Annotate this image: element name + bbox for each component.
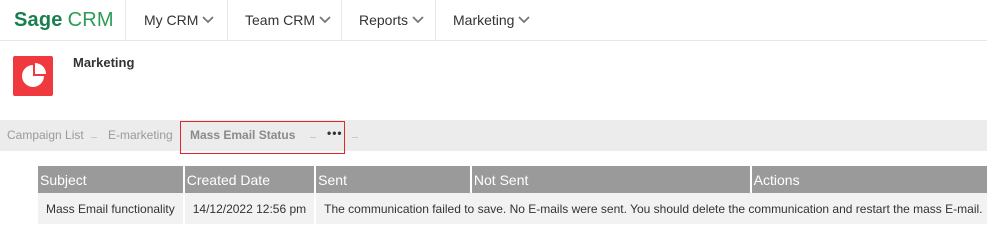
tab-separator (310, 137, 316, 138)
nav-item-marketing[interactable]: Marketing (436, 0, 538, 40)
mass-email-status-table: Subject Created Date Sent Not Sent Actio… (36, 166, 987, 224)
brand-name-primary: Sage (14, 8, 63, 31)
tab-e-marketing[interactable]: E-marketing (108, 120, 173, 151)
nav-item-reports[interactable]: Reports (342, 0, 436, 40)
table-header-row: Subject Created Date Sent Not Sent Actio… (38, 166, 987, 193)
more-tabs-button[interactable]: ••• (327, 120, 343, 151)
brand-name-secondary: CRM (67, 8, 114, 31)
page-title: Marketing (73, 55, 135, 70)
cell-subject: Mass Email functionality (38, 193, 183, 224)
brand-logo[interactable]: Sage CRM (0, 0, 126, 40)
nav-item-label: Team CRM (245, 12, 316, 28)
tab-bar: Campaign List E-marketing Mass Email Sta… (0, 120, 987, 151)
column-header-actions[interactable]: Actions (751, 166, 987, 193)
cell-status-message: The communication failed to save. No E-m… (316, 193, 987, 224)
tab-mass-email-status[interactable]: Mass Email Status (190, 120, 295, 151)
marketing-entity-icon (13, 56, 53, 96)
column-header-created-date[interactable]: Created Date (184, 166, 315, 193)
tab-campaign-list[interactable]: Campaign List (7, 120, 84, 151)
nav-item-label: Marketing (453, 12, 515, 28)
tab-separator (91, 137, 97, 138)
column-header-subject[interactable]: Subject (38, 166, 183, 193)
nav-item-label: My CRM (144, 12, 199, 28)
nav-item-team-crm[interactable]: Team CRM (228, 0, 342, 40)
top-navigation-bar: Sage CRM My CRM Team CRM Reports Marketi… (0, 0, 987, 41)
chevron-down-icon (412, 16, 424, 24)
chevron-down-icon (319, 16, 331, 24)
chevron-down-icon (202, 16, 215, 24)
nav-item-label: Reports (359, 12, 409, 28)
table-row: Mass Email functionality 14/12/2022 12:5… (38, 193, 987, 224)
nav-item-my-crm[interactable]: My CRM (127, 0, 228, 40)
column-header-sent[interactable]: Sent (316, 166, 470, 193)
pie-chart-icon (22, 63, 46, 87)
cell-created-date: 14/12/2022 12:56 pm (184, 193, 315, 224)
chevron-down-icon (518, 16, 531, 24)
tab-separator (352, 137, 358, 138)
column-header-not-sent[interactable]: Not Sent (471, 166, 750, 193)
